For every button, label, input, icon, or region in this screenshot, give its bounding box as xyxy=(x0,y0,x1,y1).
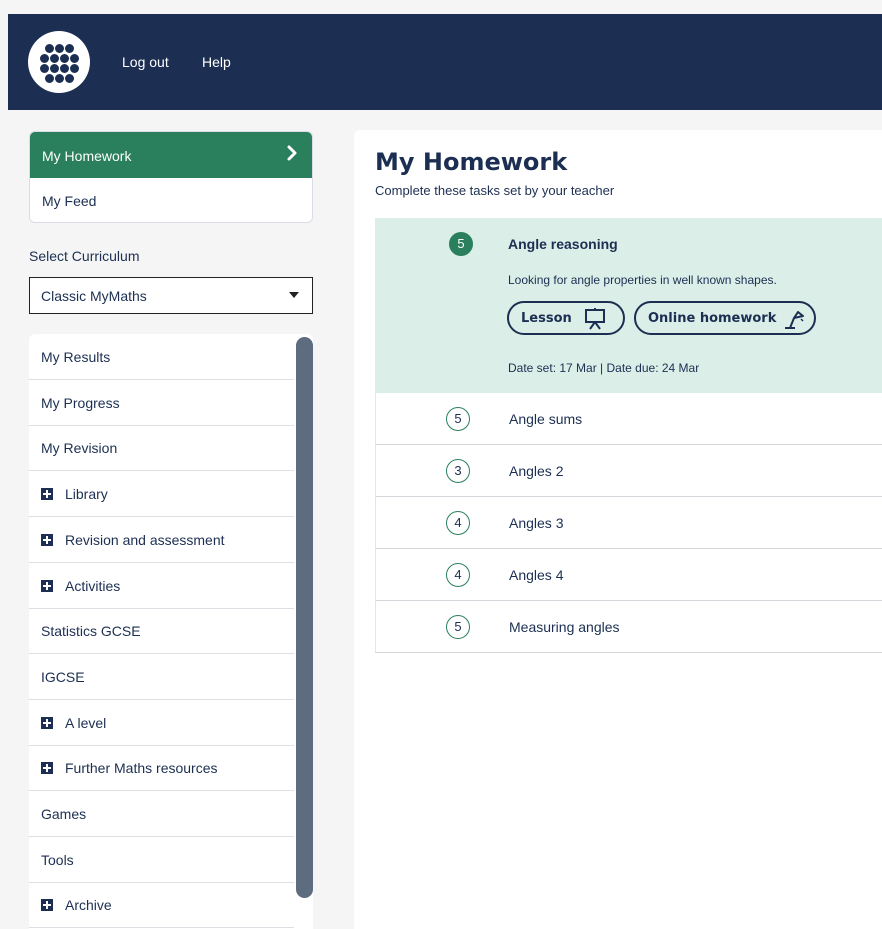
sidebar-item-my-progress[interactable]: My Progress xyxy=(29,380,294,426)
plus-square-icon xyxy=(41,488,53,501)
page-subtitle: Complete these tasks set by your teacher xyxy=(375,183,615,198)
nav-my-feed[interactable]: My Feed xyxy=(30,178,312,222)
logo-dot xyxy=(70,54,79,63)
sidebar-item-revision-and-assessment[interactable]: Revision and assessment xyxy=(29,517,294,563)
level-badge: 5 xyxy=(449,232,473,256)
sidebar-item-label: IGCSE xyxy=(41,668,85,685)
sidebar-item-tools[interactable]: Tools xyxy=(29,837,294,883)
homework-title: Measuring angles xyxy=(509,619,620,635)
plus-square-icon xyxy=(41,899,53,912)
sidebar-item-igcse[interactable]: IGCSE xyxy=(29,654,294,700)
level-badge: 4 xyxy=(446,511,470,535)
active-homework-title[interactable]: Angle reasoning xyxy=(508,236,618,252)
sidebar-item-archive[interactable]: Archive xyxy=(29,882,294,929)
homework-title: Angles 3 xyxy=(509,515,564,531)
logo-dot xyxy=(55,44,64,53)
mymaths-logo[interactable] xyxy=(28,31,90,93)
logo-dot xyxy=(70,64,79,73)
homework-row[interactable]: 5 Angle sums xyxy=(375,393,882,445)
sidebar-item-label: My Progress xyxy=(41,394,120,411)
sidebar-item-label: Archive xyxy=(65,897,112,914)
online-homework-button-label: Online homework xyxy=(648,311,777,326)
page-title: My Homework xyxy=(375,148,568,176)
sidebar-item-label: Games xyxy=(41,806,87,822)
sidebar-scrollbar[interactable] xyxy=(296,337,313,898)
homework-title: Angles 4 xyxy=(509,567,564,583)
logo-dot xyxy=(65,44,74,53)
nav-my-homework-label: My Homework xyxy=(42,148,132,164)
sidebar-item-activities[interactable]: Activities xyxy=(29,563,294,609)
logo-dot xyxy=(40,54,49,63)
sidebar-item-label: My Results xyxy=(41,349,111,365)
select-curriculum-label: Select Curriculum xyxy=(29,248,140,264)
plus-square-icon xyxy=(41,716,53,729)
top-bar: Log out Help xyxy=(8,14,882,110)
homework-row[interactable]: 3 Angles 2 xyxy=(375,445,882,497)
sidebar-item-label: Revision and assessment xyxy=(65,531,225,548)
sidebar-item-label: Library xyxy=(65,486,108,503)
sidebar-item-label: Statistics GCSE xyxy=(41,623,141,640)
level-badge: 4 xyxy=(446,563,470,587)
online-homework-button[interactable]: Online homework xyxy=(634,301,816,335)
level-badge: 5 xyxy=(446,407,470,431)
sidebar-item-label: A level xyxy=(65,714,107,731)
logo-dot xyxy=(50,64,59,73)
plus-square-icon xyxy=(41,579,53,592)
homework-row[interactable]: 4 Angles 4 xyxy=(375,549,882,601)
curriculum-select[interactable]: Classic MyMaths xyxy=(29,277,313,314)
caret-down-icon xyxy=(289,292,299,298)
sidebar-item-games[interactable]: Games xyxy=(29,791,294,837)
homework-dates: Date set: 17 Mar | Date due: 24 Mar xyxy=(508,361,700,375)
level-badge: 3 xyxy=(446,459,470,483)
nav-my-homework[interactable]: My Homework xyxy=(30,132,312,178)
sidebar-item-label: Further Maths resources xyxy=(65,760,218,777)
logo-dot xyxy=(40,64,49,73)
lesson-button-label: Lesson xyxy=(521,311,572,326)
sidebar-item-my-revision[interactable]: My Revision xyxy=(29,425,294,472)
presentation-board-icon xyxy=(585,308,605,330)
sidebar-item-further-maths-resources[interactable]: Further Maths resources xyxy=(29,745,294,792)
curriculum-select-value: Classic MyMaths xyxy=(41,288,147,304)
lesson-button[interactable]: Lesson xyxy=(507,301,625,335)
logo-dot xyxy=(55,74,64,83)
logo-dot xyxy=(45,44,54,53)
desk-lamp-icon xyxy=(785,311,804,329)
logout-link[interactable]: Log out xyxy=(122,54,169,70)
sidebar-item-library[interactable]: Library xyxy=(29,471,294,518)
sidebar-item-statistics-gcse[interactable]: Statistics GCSE xyxy=(29,608,294,655)
sidebar-item-a-level[interactable]: A level xyxy=(29,700,294,746)
logo-dot xyxy=(60,54,69,63)
logo-dot xyxy=(45,74,54,83)
logo-dot xyxy=(50,54,59,63)
logo-dot xyxy=(65,74,74,83)
level-badge: 5 xyxy=(446,615,470,639)
plus-square-icon xyxy=(41,762,53,775)
homework-row[interactable]: 5 Measuring angles xyxy=(375,601,882,653)
sidebar-item-my-results[interactable]: My Results xyxy=(29,334,294,380)
help-link[interactable]: Help xyxy=(202,54,231,70)
plus-square-icon xyxy=(41,533,53,546)
sidebar-item-label: My Revision xyxy=(41,440,118,457)
active-homework-description: Looking for angle properties in well kno… xyxy=(508,273,777,287)
chevron-right-icon xyxy=(287,145,297,161)
homework-title: Angle sums xyxy=(509,411,583,427)
homework-nav: My Homework My Feed xyxy=(29,131,313,223)
logo-dot xyxy=(60,64,69,73)
sidebar-menu: My Results My Progress My Revision Library R… xyxy=(29,334,313,929)
homework-row[interactable]: 4 Angles 3 xyxy=(375,497,882,549)
sidebar-item-label: Tools xyxy=(41,851,74,868)
sidebar-item-label: Activities xyxy=(65,577,121,594)
nav-my-feed-label: My Feed xyxy=(42,193,97,209)
homework-title: Angles 2 xyxy=(509,463,564,479)
